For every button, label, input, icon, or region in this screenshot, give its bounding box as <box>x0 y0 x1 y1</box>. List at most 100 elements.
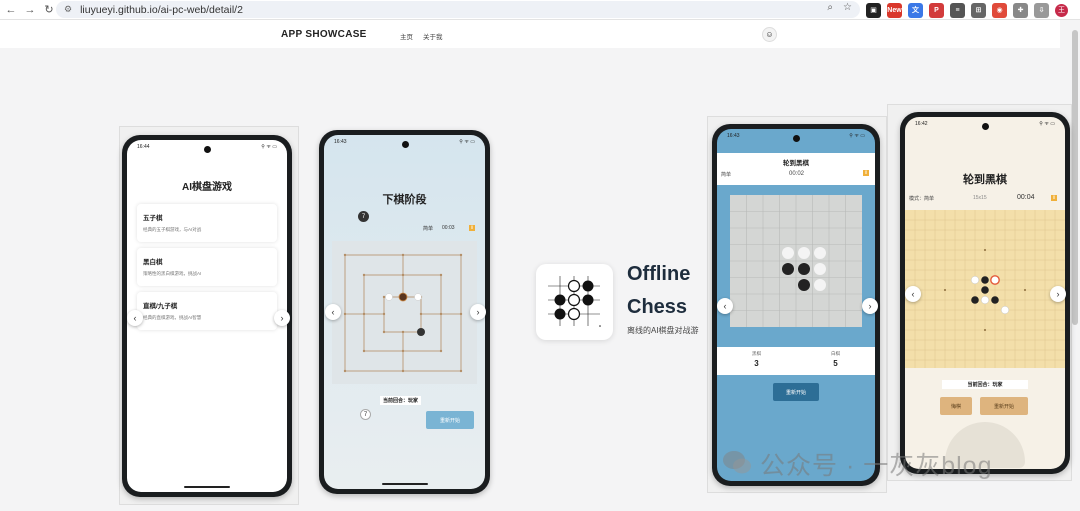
pause-icon[interactable]: Ⅱ <box>1051 195 1057 201</box>
white-stone <box>1000 305 1009 314</box>
status-icons: ⚲ ᯤ ▭ <box>459 139 475 145</box>
site-info-icon[interactable]: ⚙ <box>64 4 72 15</box>
nav-about[interactable]: 关于我 <box>423 31 443 41</box>
status-icons: ⚲ ᯤ ▭ <box>849 133 865 139</box>
undo-button[interactable]: 悔棋 <box>940 397 972 415</box>
gomoku-board[interactable] <box>905 210 1065 368</box>
turn-title: 轮到黑棋 <box>963 174 1007 186</box>
game-title: 直棋/九子棋 <box>143 303 178 310</box>
badge-count: 7 <box>363 411 368 418</box>
phone-mockup-menu: 16:44 ⚲ ᯤ ▭ AI棋盘游戏 五子棋 经典的五子棋游戏，与AI对战 黑白棋… <box>122 135 292 497</box>
turn-title: 轮到黑棋 <box>783 160 809 167</box>
back-icon[interactable]: ← <box>3 2 19 18</box>
status-time: 16:43 <box>334 139 347 145</box>
status-icons: ⚲ ᯤ ▭ <box>1039 121 1055 127</box>
nav-home[interactable]: 主页 <box>400 31 413 41</box>
address-bar[interactable]: ⚙ liuyueyi.github.io/ai-pc-web/detail/2 … <box>56 1 860 18</box>
black-disc <box>782 263 794 275</box>
home-indicator <box>381 483 428 485</box>
status-icons: ⚲ ᯤ ▭ <box>261 144 277 150</box>
extension-icon[interactable]: ≡ <box>950 2 965 18</box>
white-disc <box>798 247 810 259</box>
score-value: 5 <box>833 359 838 368</box>
badge-count: 7 <box>361 213 366 220</box>
watermark-text: 公众号 · 一灰灰blog <box>760 452 993 480</box>
profile-avatar[interactable]: 王 <box>1055 3 1068 17</box>
site-header: APP SHOWCASE 主页 关于我 ☺ <box>0 20 1060 48</box>
score-value: 3 <box>754 359 759 368</box>
app-subtitle: 离线的AI棋盘对战游 <box>627 326 699 335</box>
timer-label: 00:04 <box>1017 194 1035 201</box>
app-name: Offline Chess <box>627 263 691 318</box>
phone-screen: 16:43 ⚲ ᯤ ▭ 下棋阶段 7 简单 00:03 Ⅱ 当前回合：玩家 7 … <box>324 135 485 489</box>
carousel-prev-icon[interactable]: ‹ <box>717 298 733 314</box>
gomoku-board-grid <box>905 210 1065 368</box>
pdf-icon[interactable]: P <box>929 2 944 18</box>
carousel-next-icon[interactable]: › <box>274 310 290 326</box>
carousel-next-icon[interactable]: › <box>862 298 878 314</box>
forward-icon[interactable]: → <box>22 2 38 18</box>
white-disc <box>814 247 826 259</box>
restart-button[interactable]: 重新开始 <box>980 397 1028 415</box>
morris-board[interactable] <box>332 241 477 384</box>
turn-label: 当前回合：玩家 <box>380 396 422 405</box>
site-brand[interactable]: APP SHOWCASE <box>281 29 367 40</box>
extension-new-icon[interactable]: New <box>887 2 902 18</box>
menu-title: AI棋盘游戏 <box>182 182 232 193</box>
black-stone <box>981 276 989 284</box>
black-piece <box>398 292 408 302</box>
game-title: 黑白棋 <box>143 259 163 266</box>
piece-count-badge: 7 <box>358 211 369 222</box>
game-phase-title: 下棋阶段 <box>382 194 427 206</box>
status-time: 16:42 <box>915 121 928 127</box>
game-card-reversi[interactable]: 黑白棋 策略性的黑白棋游戏，挑战AI <box>137 248 277 286</box>
zoom-icon[interactable]: ⌕ <box>827 2 833 13</box>
ext-new-badge: New <box>887 6 902 14</box>
page-scrollbar[interactable] <box>1072 30 1078 325</box>
phone-mockup-gomoku: 16:42 ⚲ ᯤ ▭ 轮到黑棋 模式：简单 15x15 00:04 Ⅱ 当前回… <box>900 112 1070 474</box>
url-text[interactable]: liuyueyi.github.io/ai-pc-web/detail/2 <box>80 4 243 16</box>
reversi-board[interactable] <box>730 195 862 327</box>
status-time: 16:44 <box>137 144 150 150</box>
extension-icon[interactable]: ⊞ <box>971 2 986 18</box>
restart-button[interactable]: 重新开始 <box>773 383 819 401</box>
white-disc <box>782 247 794 259</box>
pause-icon[interactable]: Ⅱ <box>863 170 869 176</box>
user-avatar[interactable]: ☺ <box>762 27 777 42</box>
game-card-gomoku[interactable]: 五子棋 经典的五子棋游戏，与AI对战 <box>137 204 277 242</box>
carousel-next-icon[interactable]: › <box>1050 286 1066 302</box>
downloads-icon[interactable]: ⇩ <box>1034 2 1049 18</box>
puzzle-icon[interactable]: ✚ <box>1013 2 1028 18</box>
board-size-label: 15x15 <box>973 195 987 201</box>
restart-button[interactable]: 重新开始 <box>426 411 474 429</box>
carousel-prev-icon[interactable]: ‹ <box>127 310 143 326</box>
score-label: 黑棋 <box>752 351 761 356</box>
white-stone <box>970 275 979 284</box>
site-nav: 主页 关于我 <box>400 31 443 41</box>
score-label: 白棋 <box>831 351 840 356</box>
timer-label: 00:03 <box>442 225 455 231</box>
black-piece <box>417 328 425 336</box>
carousel-next-icon[interactable]: › <box>470 304 486 320</box>
phone-screen: 16:43 ⚲ ᯤ ▭ 轮到黑棋 简单 00:02 Ⅱ 黑棋 3 白棋 5 重新… <box>717 129 875 481</box>
timer-label: 00:02 <box>789 171 805 177</box>
browser-toolbar: ← → ↻ ⚙ liuyueyi.github.io/ai-pc-web/det… <box>0 0 1080 20</box>
white-piece <box>414 293 422 301</box>
translate-icon[interactable]: 文 <box>908 2 923 18</box>
phone-screen: 16:44 ⚲ ᯤ ▭ AI棋盘游戏 五子棋 经典的五子棋游戏，与AI对战 黑白棋… <box>127 140 287 492</box>
carousel-prev-icon[interactable]: ‹ <box>325 304 341 320</box>
black-score: 黑棋 3 <box>717 347 796 375</box>
score-panel: 黑棋 3 白棋 5 <box>717 347 875 375</box>
bookmark-star-icon[interactable]: ☆ <box>843 2 852 13</box>
black-stone <box>981 286 989 294</box>
reversi-board-grid <box>730 195 862 327</box>
reload-icon[interactable]: ↻ <box>41 2 57 18</box>
pause-icon[interactable]: Ⅱ <box>469 225 475 231</box>
game-card-morris[interactable]: 直棋/九子棋 经典的直棋游戏，挑战AI智慧 <box>137 292 277 330</box>
camera-icon <box>982 123 989 130</box>
black-disc <box>798 263 810 275</box>
carousel-prev-icon[interactable]: ‹ <box>905 286 921 302</box>
extension-icon[interactable]: ▣ <box>866 2 881 18</box>
gomoku-logo-icon <box>548 276 601 327</box>
extension-icon[interactable]: ◉ <box>992 2 1007 18</box>
